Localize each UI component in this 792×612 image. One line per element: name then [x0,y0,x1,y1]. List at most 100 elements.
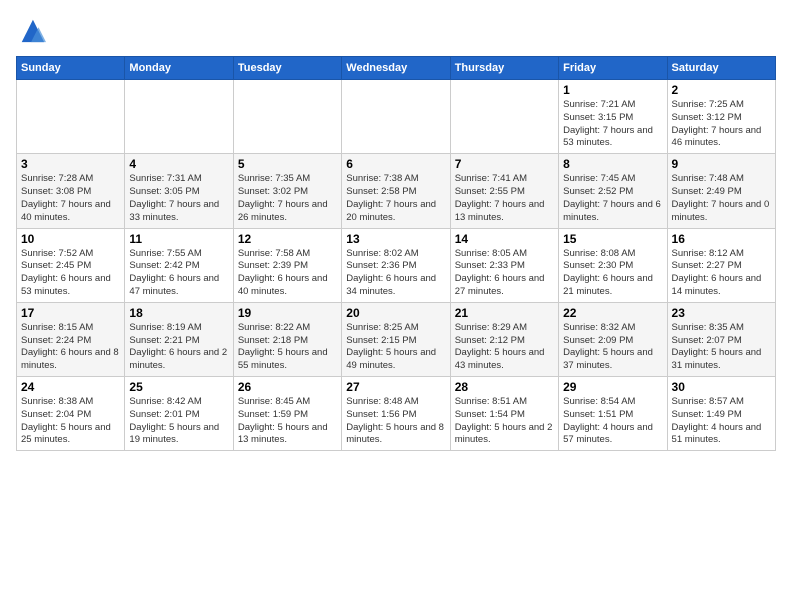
day-info: Sunrise: 8:19 AM Sunset: 2:21 PM Dayligh… [129,322,228,373]
calendar-cell: 21 Sunrise: 8:29 AM Sunset: 2:12 PM Dayli… [450,302,558,376]
calendar-day-header: Tuesday [233,57,341,80]
day-info: Sunrise: 8:32 AM Sunset: 2:09 PM Dayligh… [563,322,662,373]
calendar-cell: 12 Sunrise: 7:58 AM Sunset: 2:39 PM Dayli… [233,228,341,302]
calendar-cell: 2 Sunrise: 7:25 AM Sunset: 3:12 PM Daylig… [667,80,775,154]
day-number: 28 [455,380,554,394]
calendar-cell [17,80,125,154]
calendar-cell: 17 Sunrise: 8:15 AM Sunset: 2:24 PM Dayli… [17,302,125,376]
day-number: 19 [238,306,337,320]
calendar-cell [233,80,341,154]
day-info: Sunrise: 7:31 AM Sunset: 3:05 PM Dayligh… [129,173,228,224]
calendar-cell: 11 Sunrise: 7:55 AM Sunset: 2:42 PM Dayli… [125,228,233,302]
calendar-week-row: 10 Sunrise: 7:52 AM Sunset: 2:45 PM Dayli… [17,228,776,302]
day-number: 16 [672,232,771,246]
day-number: 18 [129,306,228,320]
calendar-cell: 30Sunrise: 8:57 AM Sunset: 1:49 PM Dayli… [667,377,775,451]
calendar-cell: 9 Sunrise: 7:48 AM Sunset: 2:49 PM Daylig… [667,154,775,228]
page-header [16,16,776,44]
calendar-cell: 6 Sunrise: 7:38 AM Sunset: 2:58 PM Daylig… [342,154,450,228]
calendar-cell: 15 Sunrise: 8:08 AM Sunset: 2:30 PM Dayli… [559,228,667,302]
day-info: Sunrise: 8:05 AM Sunset: 2:33 PM Dayligh… [455,248,554,299]
day-number: 17 [21,306,120,320]
calendar-cell: 8 Sunrise: 7:45 AM Sunset: 2:52 PM Daylig… [559,154,667,228]
day-number: 3 [21,157,120,171]
calendar-cell: 13Sunrise: 8:02 AM Sunset: 2:36 PM Dayli… [342,228,450,302]
day-info: Sunrise: 8:48 AM Sunset: 1:56 PM Dayligh… [346,396,445,447]
day-number: 12 [238,232,337,246]
calendar-day-header: Wednesday [342,57,450,80]
day-info: Sunrise: 8:15 AM Sunset: 2:24 PM Dayligh… [21,322,120,373]
calendar-cell: 10 Sunrise: 7:52 AM Sunset: 2:45 PM Dayli… [17,228,125,302]
calendar-header-row: SundayMondayTuesdayWednesdayThursdayFrid… [17,57,776,80]
day-number: 7 [455,157,554,171]
calendar-cell: 16 Sunrise: 8:12 AM Sunset: 2:27 PM Dayli… [667,228,775,302]
calendar-cell: 1 Sunrise: 7:21 AM Sunset: 3:15 PM Daylig… [559,80,667,154]
day-info: Sunrise: 7:58 AM Sunset: 2:39 PM Dayligh… [238,248,337,299]
calendar-day-header: Monday [125,57,233,80]
day-number: 11 [129,232,228,246]
day-number: 21 [455,306,554,320]
calendar-cell: 24Sunrise: 8:38 AM Sunset: 2:04 PM Dayli… [17,377,125,451]
calendar-cell: 14 Sunrise: 8:05 AM Sunset: 2:33 PM Dayli… [450,228,558,302]
day-info: Sunrise: 7:38 AM Sunset: 2:58 PM Dayligh… [346,173,445,224]
day-info: Sunrise: 7:48 AM Sunset: 2:49 PM Dayligh… [672,173,771,224]
day-info: Sunrise: 7:25 AM Sunset: 3:12 PM Dayligh… [672,99,771,150]
day-number: 15 [563,232,662,246]
day-info: Sunrise: 7:52 AM Sunset: 2:45 PM Dayligh… [21,248,120,299]
day-info: Sunrise: 7:35 AM Sunset: 3:02 PM Dayligh… [238,173,337,224]
calendar-week-row: 1 Sunrise: 7:21 AM Sunset: 3:15 PM Daylig… [17,80,776,154]
calendar-cell: 26Sunrise: 8:45 AM Sunset: 1:59 PM Dayli… [233,377,341,451]
day-number: 25 [129,380,228,394]
day-number: 22 [563,306,662,320]
calendar-day-header: Sunday [17,57,125,80]
calendar-cell: 22 Sunrise: 8:32 AM Sunset: 2:09 PM Dayli… [559,302,667,376]
calendar-cell: 5 Sunrise: 7:35 AM Sunset: 3:02 PM Daylig… [233,154,341,228]
day-number: 10 [21,232,120,246]
calendar-cell: 19 Sunrise: 8:22 AM Sunset: 2:18 PM Dayli… [233,302,341,376]
logo [16,16,46,44]
calendar-cell [450,80,558,154]
day-number: 23 [672,306,771,320]
calendar-day-header: Thursday [450,57,558,80]
day-number: 9 [672,157,771,171]
day-info: Sunrise: 8:12 AM Sunset: 2:27 PM Dayligh… [672,248,771,299]
logo-icon [18,16,46,44]
day-number: 8 [563,157,662,171]
calendar-cell: 29 Sunrise: 8:54 AM Sunset: 1:51 PM Dayli… [559,377,667,451]
day-number: 29 [563,380,662,394]
day-number: 30 [672,380,771,394]
day-info: Sunrise: 8:54 AM Sunset: 1:51 PM Dayligh… [563,396,662,447]
day-number: 20 [346,306,445,320]
day-number: 1 [563,83,662,97]
calendar-cell [342,80,450,154]
calendar-cell: 20 Sunrise: 8:25 AM Sunset: 2:15 PM Dayli… [342,302,450,376]
day-info: Sunrise: 8:42 AM Sunset: 2:01 PM Dayligh… [129,396,228,447]
calendar-cell: 3 Sunrise: 7:28 AM Sunset: 3:08 PM Daylig… [17,154,125,228]
calendar-cell: 28Sunrise: 8:51 AM Sunset: 1:54 PM Dayli… [450,377,558,451]
day-info: Sunrise: 7:55 AM Sunset: 2:42 PM Dayligh… [129,248,228,299]
day-info: Sunrise: 7:21 AM Sunset: 3:15 PM Dayligh… [563,99,662,150]
day-number: 2 [672,83,771,97]
calendar-week-row: 3 Sunrise: 7:28 AM Sunset: 3:08 PM Daylig… [17,154,776,228]
day-info: Sunrise: 7:28 AM Sunset: 3:08 PM Dayligh… [21,173,120,224]
calendar-day-header: Friday [559,57,667,80]
day-number: 6 [346,157,445,171]
day-info: Sunrise: 8:22 AM Sunset: 2:18 PM Dayligh… [238,322,337,373]
day-info: Sunrise: 8:35 AM Sunset: 2:07 PM Dayligh… [672,322,771,373]
day-info: Sunrise: 8:29 AM Sunset: 2:12 PM Dayligh… [455,322,554,373]
day-number: 14 [455,232,554,246]
day-info: Sunrise: 7:45 AM Sunset: 2:52 PM Dayligh… [563,173,662,224]
calendar-cell [125,80,233,154]
day-info: Sunrise: 7:41 AM Sunset: 2:55 PM Dayligh… [455,173,554,224]
day-info: Sunrise: 8:08 AM Sunset: 2:30 PM Dayligh… [563,248,662,299]
day-number: 5 [238,157,337,171]
calendar-day-header: Saturday [667,57,775,80]
calendar-table: SundayMondayTuesdayWednesdayThursdayFrid… [16,56,776,451]
day-info: Sunrise: 8:25 AM Sunset: 2:15 PM Dayligh… [346,322,445,373]
calendar-week-row: 17 Sunrise: 8:15 AM Sunset: 2:24 PM Dayli… [17,302,776,376]
day-number: 4 [129,157,228,171]
calendar-cell: 7 Sunrise: 7:41 AM Sunset: 2:55 PM Daylig… [450,154,558,228]
calendar-cell: 25 Sunrise: 8:42 AM Sunset: 2:01 PM Dayli… [125,377,233,451]
calendar-week-row: 24Sunrise: 8:38 AM Sunset: 2:04 PM Dayli… [17,377,776,451]
day-number: 26 [238,380,337,394]
